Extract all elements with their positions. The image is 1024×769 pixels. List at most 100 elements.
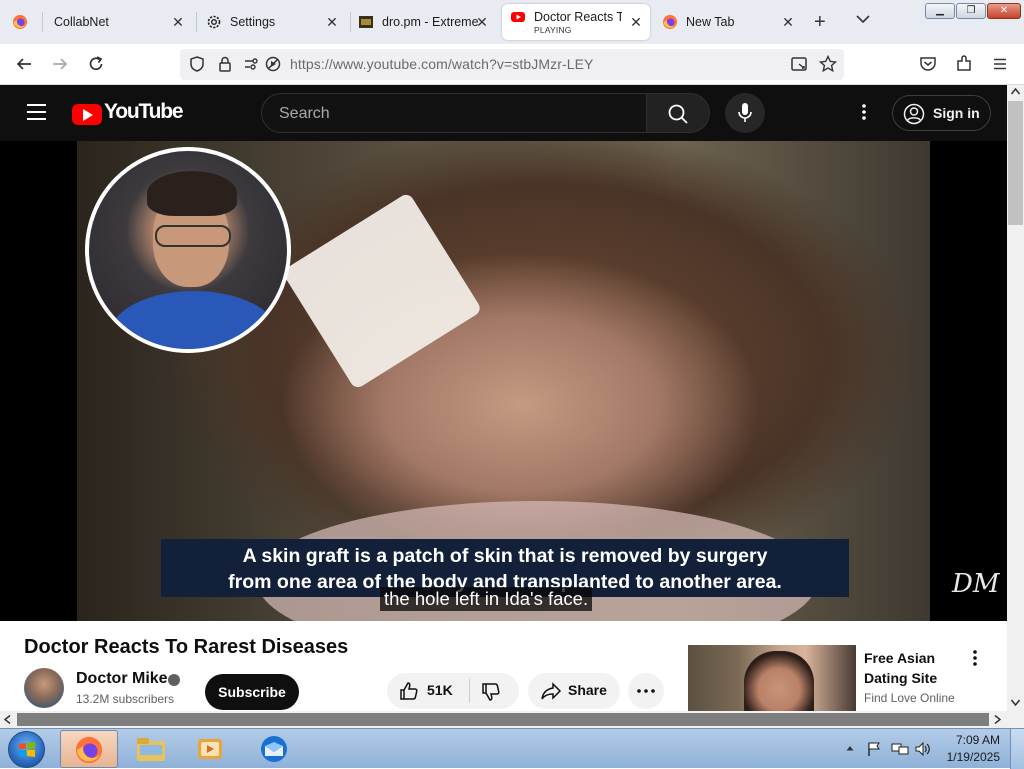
windows-logo-icon bbox=[19, 742, 35, 757]
tab-settings[interactable]: Settings ✕ bbox=[200, 4, 346, 40]
show-hidden-icons-icon[interactable] bbox=[846, 745, 854, 751]
shield-icon[interactable] bbox=[188, 55, 206, 73]
menu-hamburger-icon[interactable] bbox=[990, 54, 1010, 74]
show-desktop-button[interactable] bbox=[1010, 729, 1024, 769]
sign-in-label: Sign in bbox=[933, 105, 980, 121]
pocket-icon[interactable] bbox=[918, 54, 938, 74]
search-placeholder: Search bbox=[279, 105, 330, 122]
ad-subtitle: Find Love Online bbox=[864, 691, 955, 705]
youtube-icon bbox=[511, 12, 525, 22]
more-actions-button[interactable] bbox=[628, 673, 664, 709]
ad-title[interactable]: Free Asian Dating Site bbox=[864, 648, 974, 688]
address-bar[interactable]: https://www.youtube.com/watch?v=stbJMzr-… bbox=[180, 49, 844, 80]
dro-icon bbox=[359, 16, 373, 28]
action-center-flag-icon[interactable] bbox=[866, 741, 882, 757]
scroll-right-arrow-icon[interactable] bbox=[994, 715, 1001, 724]
close-icon[interactable]: ✕ bbox=[474, 14, 490, 30]
bookmark-star-icon[interactable] bbox=[818, 54, 838, 74]
reload-icon[interactable] bbox=[86, 54, 106, 74]
taskbar-file-explorer[interactable] bbox=[122, 730, 180, 768]
search-input[interactable]: Search bbox=[261, 93, 647, 133]
voice-search-button[interactable] bbox=[725, 93, 765, 133]
scrollbar-corner bbox=[1007, 711, 1024, 728]
like-count: 51K bbox=[427, 682, 453, 698]
firefox-icon bbox=[13, 15, 27, 29]
scroll-left-arrow-icon[interactable] bbox=[4, 715, 11, 724]
video-player[interactable]: A skin graft is a patch of skin that is … bbox=[0, 141, 1007, 621]
maximize-button[interactable]: ❐ bbox=[956, 3, 986, 19]
avatar[interactable] bbox=[24, 668, 64, 708]
share-arrow-icon bbox=[541, 682, 562, 700]
close-icon[interactable]: ✕ bbox=[324, 14, 340, 30]
clock-time[interactable]: 7:09 AM bbox=[940, 733, 1000, 747]
ad-thumbnail-person bbox=[744, 651, 814, 711]
more-horizontal-icon bbox=[637, 689, 655, 693]
thumbs-down-icon[interactable] bbox=[481, 682, 501, 702]
microphone-icon bbox=[738, 103, 752, 122]
settings-kebab-icon[interactable] bbox=[862, 103, 866, 121]
tab-title: Doctor Reacts To bbox=[534, 10, 622, 24]
close-icon[interactable]: ✕ bbox=[170, 14, 186, 30]
forward-arrow-icon[interactable] bbox=[50, 54, 70, 74]
windows-taskbar: 7:09 AM 1/19/2025 bbox=[0, 728, 1024, 769]
thunderbird-icon bbox=[261, 736, 287, 762]
tab-title: CollabNet bbox=[54, 15, 109, 29]
close-icon[interactable]: ✕ bbox=[780, 14, 796, 30]
permissions-icon[interactable] bbox=[242, 55, 260, 73]
taskbar-media-player[interactable] bbox=[182, 730, 240, 768]
tab-title: Settings bbox=[230, 15, 276, 29]
sign-in-button[interactable]: Sign in bbox=[892, 95, 991, 131]
horizontal-scrollbar-thumb[interactable] bbox=[17, 713, 989, 726]
verified-badge-icon bbox=[168, 674, 180, 686]
extensions-icon[interactable] bbox=[954, 54, 974, 74]
clock-date[interactable]: 1/19/2025 bbox=[940, 750, 1000, 764]
start-button[interactable] bbox=[8, 731, 45, 768]
minimize-button[interactable]: ▁ bbox=[925, 3, 955, 19]
window-close-button[interactable]: ✕ bbox=[987, 3, 1021, 19]
share-label: Share bbox=[568, 682, 607, 698]
tab-firefox-view[interactable] bbox=[6, 4, 36, 40]
autoplay-blocked-icon[interactable] bbox=[264, 55, 282, 73]
video-title: Doctor Reacts To Rarest Diseases bbox=[24, 636, 349, 658]
reactor-overlay bbox=[85, 147, 291, 353]
browser-nav-bar: https://www.youtube.com/watch?v=stbJMzr-… bbox=[0, 44, 1024, 85]
vertical-scrollbar-thumb[interactable] bbox=[1008, 101, 1023, 225]
video-scene-bandage bbox=[281, 191, 483, 391]
taskbar-firefox[interactable] bbox=[60, 730, 118, 768]
tab-title: dro.pm - Extreme bbox=[382, 15, 478, 29]
tab-collabnet[interactable]: CollabNet ✕ bbox=[48, 4, 192, 40]
taskbar-thunderbird[interactable] bbox=[246, 730, 304, 768]
account-circle-icon bbox=[903, 103, 925, 125]
ad-menu-kebab-icon[interactable] bbox=[973, 649, 977, 667]
new-tab-button[interactable]: + bbox=[814, 12, 826, 32]
subscribe-button[interactable]: Subscribe bbox=[205, 674, 299, 710]
subscriber-count: 13.2M subscribers bbox=[76, 692, 175, 706]
channel-watermark: DM bbox=[952, 569, 1000, 599]
volume-icon[interactable] bbox=[914, 741, 932, 757]
back-arrow-icon[interactable] bbox=[14, 54, 34, 74]
caption-line-1: A skin graft is a patch of skin that is … bbox=[242, 545, 768, 567]
network-icon[interactable] bbox=[891, 741, 909, 757]
close-icon[interactable]: ✕ bbox=[628, 14, 644, 30]
youtube-logo-text: YouTube bbox=[104, 100, 184, 123]
tab-dro-pm[interactable]: dro.pm - Extreme ✕ bbox=[354, 4, 496, 40]
tab-doctor-reacts[interactable]: Doctor Reacts To PLAYING ✕ bbox=[502, 4, 650, 40]
video-details: Doctor Reacts To Rarest Diseases Doctor … bbox=[0, 621, 1007, 711]
folder-icon bbox=[137, 738, 165, 761]
lock-icon[interactable] bbox=[216, 55, 234, 73]
scroll-down-arrow-icon[interactable] bbox=[1011, 699, 1020, 706]
chevron-down-icon[interactable] bbox=[856, 14, 870, 24]
youtube-header: YouTube Search Sign in bbox=[0, 85, 1007, 141]
search-icon bbox=[668, 104, 688, 124]
channel-name[interactable]: Doctor Mike bbox=[76, 670, 168, 688]
reader-view-icon[interactable] bbox=[790, 55, 808, 73]
url-text: https://www.youtube.com/watch?v=stbJMzr-… bbox=[290, 56, 594, 72]
browser-tab-strip: CollabNet ✕ Settings ✕ dro.pm - Extreme … bbox=[0, 0, 1024, 44]
tab-new-tab[interactable]: New Tab ✕ bbox=[656, 4, 802, 40]
share-button[interactable]: Share bbox=[528, 673, 620, 709]
closed-caption-subtitle: the hole left in Ida's face. bbox=[380, 587, 593, 611]
search-button[interactable] bbox=[646, 93, 710, 133]
scroll-up-arrow-icon[interactable] bbox=[1011, 88, 1020, 95]
tab-title: New Tab bbox=[686, 15, 735, 29]
like-dislike-group: 51K bbox=[387, 673, 519, 709]
